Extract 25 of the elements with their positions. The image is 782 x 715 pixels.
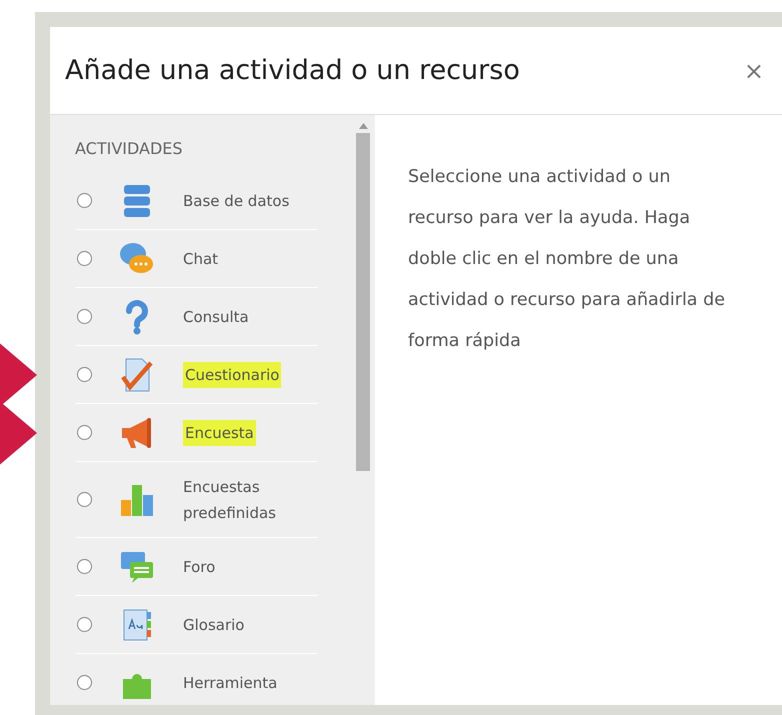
section-heading: ACTIVIDADES: [75, 139, 184, 158]
radio-button[interactable]: [77, 367, 92, 382]
scroll-up-icon[interactable]: [358, 123, 368, 129]
radio-button[interactable]: [77, 309, 92, 324]
activity-label[interactable]: Foro: [183, 554, 216, 580]
radio-button[interactable]: [77, 251, 92, 266]
activity-label[interactable]: Herramienta: [183, 670, 278, 696]
dialog-title: Añade una actividad o un recurso: [65, 55, 520, 86]
activity-label[interactable]: Chat: [183, 246, 218, 272]
help-text: Seleccione una actividad o un recurso para ver la ayuda. Haga doble clic en el nombre de una actividad o recurso para añadirla de forma rápida: [408, 166, 726, 353]
scrollbar-thumb[interactable]: [356, 133, 370, 471]
activity-label[interactable]: Cuestionario: [183, 362, 282, 388]
activity-label[interactable]: Consulta: [183, 304, 249, 330]
activity-label[interactable]: Encuestas predefinidas: [183, 474, 303, 526]
radio-button[interactable]: [77, 675, 92, 690]
activity-label[interactable]: Encuesta: [183, 420, 256, 446]
close-button[interactable]: ×: [740, 56, 768, 84]
radio-button[interactable]: [77, 425, 92, 440]
activity-label[interactable]: Base de datos: [183, 188, 290, 214]
radio-button[interactable]: [77, 559, 92, 574]
activity-label[interactable]: Glosario: [183, 612, 244, 638]
radio-button[interactable]: [77, 492, 92, 507]
radio-button[interactable]: [77, 617, 92, 632]
radio-button[interactable]: [77, 193, 92, 208]
checked-document-icon: [119, 356, 155, 392]
